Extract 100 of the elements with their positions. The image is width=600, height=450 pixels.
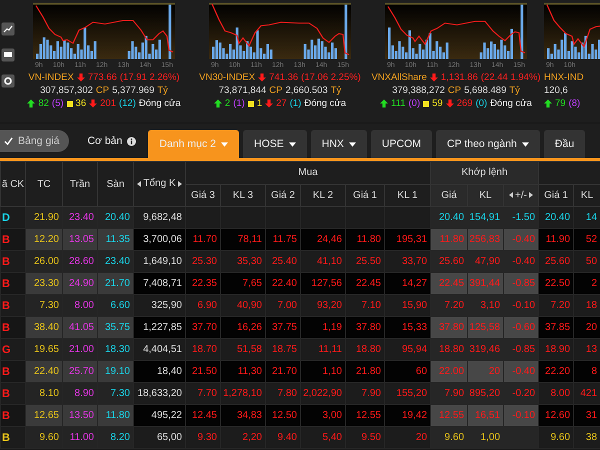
table-cell: 25.70 [62, 360, 98, 382]
table-cell: 12.20 [26, 228, 62, 250]
scroll-right-icon[interactable] [529, 192, 533, 198]
market-tab[interactable]: HNX [310, 130, 367, 158]
line-chart-icon[interactable] [1, 22, 15, 36]
up-arrow-icon [27, 99, 36, 108]
table-cell: 11.00 [62, 426, 98, 448]
column-header: Trần [62, 162, 98, 206]
table-cell: 22.40 [26, 360, 62, 382]
table-cell: 1,10 [300, 360, 346, 382]
table-cell: 9.50 [346, 426, 384, 448]
price-board-toggle[interactable]: Bảng giá [0, 130, 70, 152]
symbol-cell[interactable]: B [0, 294, 26, 316]
table-cell: 20.40 [538, 206, 574, 228]
table-cell: 18.80 [430, 338, 468, 360]
table-cell: 2,20 [220, 426, 266, 448]
column-header[interactable]: Tổng K [134, 162, 186, 206]
table-cell: 9.60 [430, 426, 468, 448]
group-header: Mua [186, 162, 431, 184]
table-cell: -0.40 [504, 360, 539, 382]
table-cell: 21.50 [186, 360, 220, 382]
table-cell: 24.90 [62, 272, 98, 294]
table-cell: 21.80 [346, 360, 384, 382]
market-tab[interactable]: CP theo ngành [436, 130, 540, 158]
symbol-cell[interactable]: B [0, 316, 26, 338]
scroll-right-icon[interactable] [178, 180, 182, 187]
symbol-cell[interactable]: B [0, 404, 26, 426]
table-cell: 8.20 [98, 426, 134, 448]
table-cell: 11,11 [300, 338, 346, 360]
symbol-cell[interactable]: B [0, 382, 26, 404]
symbol-cell[interactable]: B [0, 250, 26, 272]
table-cell: -0.60 [504, 316, 539, 338]
market-tab[interactable]: HOSE [242, 130, 307, 158]
table-cell: 895,20 [468, 382, 504, 404]
symbol-cell[interactable]: B [0, 228, 26, 250]
table-cell: 15,90 [384, 294, 431, 316]
column-header: ã CK [0, 162, 26, 206]
down-arrow-icon [265, 99, 274, 108]
symbol-cell[interactable]: B [0, 360, 26, 382]
column-header: Giá 1 [538, 184, 574, 206]
column-header: Giá 1 [346, 184, 384, 206]
check-icon [4, 136, 13, 146]
table-cell: 8 [574, 360, 600, 382]
caret-icon [348, 142, 356, 146]
table-cell: 22.40 [266, 272, 300, 294]
table-cell: 195,31 [384, 228, 431, 250]
caret-icon [522, 142, 529, 146]
table-cell: 19.65 [26, 338, 62, 360]
table-cell: -1.50 [504, 206, 539, 228]
table-cell: 9,682,48 [134, 206, 186, 228]
symbol-cell[interactable]: G [0, 338, 26, 360]
table-cell: 78,11 [220, 228, 266, 250]
settings-icon[interactable] [1, 74, 15, 88]
basic-link[interactable]: Cơ bản [73, 130, 144, 152]
column-header[interactable]: +/- [504, 184, 539, 206]
display-icon[interactable] [1, 48, 15, 62]
unchanged-count: 36 [76, 97, 86, 110]
table-cell: 18.30 [98, 338, 134, 360]
up-arrow-icon [544, 99, 552, 108]
table-cell: 23.40 [98, 250, 134, 272]
table-cell: 31 [574, 404, 600, 426]
table-cell: 8.00 [538, 382, 574, 404]
scroll-left-icon[interactable] [509, 192, 514, 198]
market-tab[interactable]: UPCOM [370, 130, 432, 158]
table-cell: 50 [574, 250, 600, 272]
ceiling-count: (0) [408, 97, 420, 110]
table-cell: 11.75 [266, 228, 300, 250]
table-cell: 125,58 [468, 316, 504, 338]
index-change: (22.44 1.94%) [480, 71, 541, 84]
table-cell: 495,22 [134, 404, 186, 426]
table-cell: 38 [574, 426, 600, 448]
table-cell: 19.10 [98, 360, 134, 382]
table-cell: 256,83 [468, 228, 504, 250]
table-cell: 421 [574, 382, 600, 404]
table-cell: -0.85 [504, 272, 539, 294]
symbol-cell[interactable]: B [0, 272, 26, 294]
table-cell: 1,278,10 [220, 382, 266, 404]
index-value: 773.66 [88, 71, 117, 84]
table-cell: 26.00 [26, 250, 62, 272]
traded-value: 2,660.503 [285, 84, 328, 97]
symbol-cell[interactable]: B [0, 426, 26, 448]
table-cell: 22.45 [430, 272, 468, 294]
table-cell: 319,46 [468, 338, 504, 360]
scroll-left-icon[interactable] [137, 180, 142, 187]
table-cell: 5,40 [300, 426, 346, 448]
volume-unit: CP [96, 84, 110, 97]
table-cell: -0.40 [504, 228, 539, 250]
table-cell: 1,00 [468, 426, 504, 448]
table-cell: 11.90 [538, 228, 574, 250]
group-header: Khớp lệnh [430, 162, 539, 184]
table-cell: 11.35 [98, 228, 134, 250]
table-cell: 9.60 [538, 426, 574, 448]
ceiling-count: (1) [233, 97, 245, 110]
table-cell: 11.80 [98, 404, 134, 426]
table-cell: 15,33 [384, 316, 431, 338]
column-header: Giá 3 [186, 184, 220, 206]
up-arrow-icon [214, 99, 222, 108]
symbol-cell[interactable]: D [0, 206, 26, 228]
floor-count: (1) [290, 97, 302, 110]
market-tab[interactable]: Đầu [544, 130, 586, 158]
